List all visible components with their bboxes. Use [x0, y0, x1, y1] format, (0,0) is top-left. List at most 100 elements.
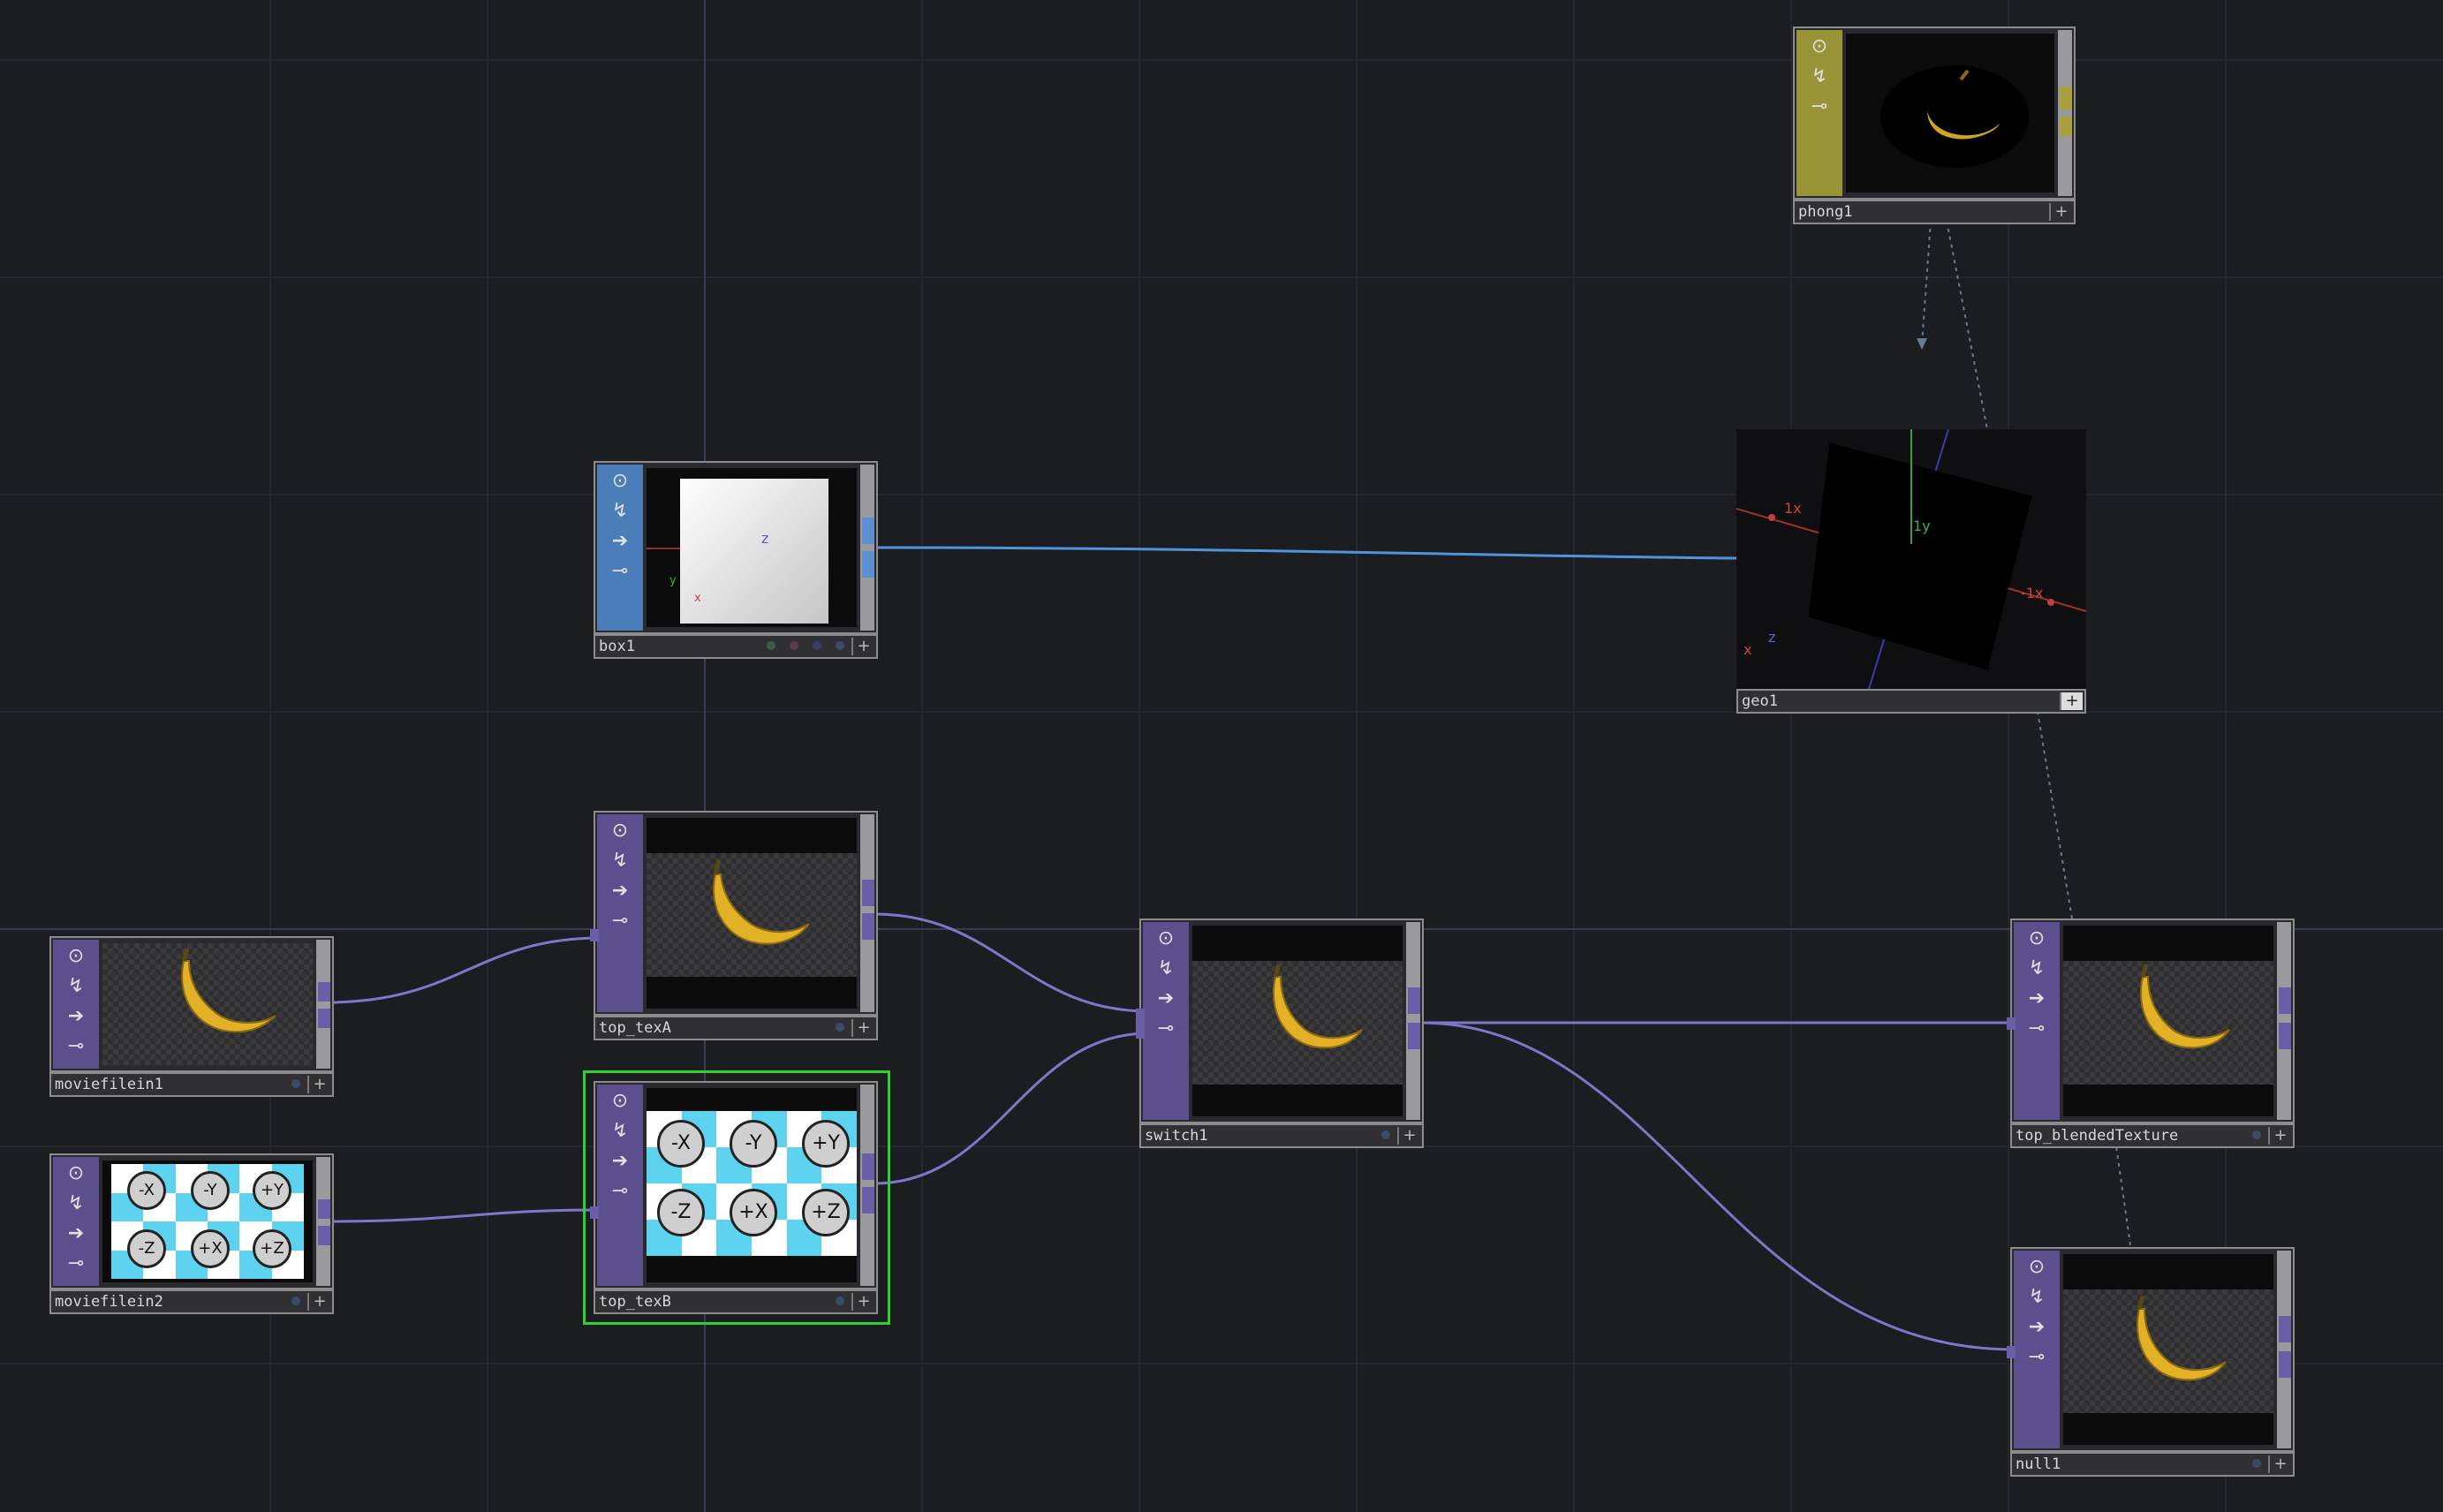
add-icon[interactable]: +: [1397, 1127, 1420, 1145]
output-connector[interactable]: [2279, 1316, 2291, 1342]
add-icon[interactable]: +: [851, 1019, 874, 1037]
node-phong1[interactable]: ⊙ ↯ ⊸ phong1 +: [1793, 26, 2076, 224]
output-connector[interactable]: [862, 913, 874, 940]
output-connector[interactable]: [862, 880, 874, 906]
node-viewer[interactable]: [1192, 926, 1403, 1116]
bypass-flag-icon[interactable]: ↯: [604, 848, 636, 874]
node-viewer[interactable]: -X -Y +Y -Z +X +Z: [102, 1160, 313, 1282]
viewer-flag-icon[interactable]: ⊙: [1804, 34, 1835, 60]
node-top_blendedTexture[interactable]: ⊙ ↯ ➔ ⊸ top_blendedTexture +: [2007, 919, 2295, 1148]
node-name[interactable]: top_blendedTexture: [2016, 1126, 2178, 1145]
add-icon[interactable]: +: [851, 638, 874, 655]
cook-flag-icon[interactable]: ➔: [2021, 1314, 2053, 1341]
input-connector[interactable]: [590, 929, 599, 941]
node-name[interactable]: null1: [2016, 1455, 2061, 1474]
output-connector[interactable]: [318, 982, 330, 1002]
output-connector[interactable]: [2279, 1351, 2291, 1378]
node-viewer[interactable]: [102, 943, 313, 1065]
lock-flag-icon[interactable]: ⊸: [60, 1251, 92, 1277]
add-icon[interactable]: +: [307, 1293, 330, 1311]
viewer-flag-icon[interactable]: ⊙: [604, 468, 636, 495]
viewer-flag-icon[interactable]: ⊙: [2021, 1254, 2053, 1281]
node-viewer[interactable]: 1x 1y -1x z x: [1736, 429, 2086, 689]
node-name[interactable]: moviefilein2: [55, 1292, 163, 1312]
cook-flag-icon[interactable]: ➔: [604, 528, 636, 555]
output-connector[interactable]: [318, 1009, 330, 1028]
output-connector[interactable]: [862, 1153, 874, 1180]
output-connector[interactable]: [318, 1199, 330, 1219]
input-connector[interactable]: [1136, 1009, 1145, 1039]
node-name[interactable]: moviefilein1: [55, 1075, 163, 1094]
lock-flag-icon[interactable]: ⊸: [604, 1178, 636, 1205]
bypass-flag-icon[interactable]: ↯: [2021, 1284, 2053, 1311]
output-connector[interactable]: [862, 1187, 874, 1213]
cook-flag-icon[interactable]: ➔: [60, 1003, 92, 1030]
bypass-flag-icon[interactable]: ↯: [604, 498, 636, 525]
node-viewer[interactable]: [2063, 1254, 2273, 1445]
bypass-flag-icon[interactable]: ↯: [60, 1191, 92, 1217]
input-connector[interactable]: [2007, 1017, 2016, 1030]
cook-flag-icon[interactable]: ➔: [2021, 986, 2053, 1012]
output-connector[interactable]: [2060, 117, 2072, 136]
node-moviefilein2[interactable]: ⊙ ↯ ➔ ⊸ -X -Y +Y -Z +X +Z moviefilein2 +: [49, 1153, 334, 1314]
viewer-flag-icon[interactable]: ⊙: [604, 818, 636, 844]
output-connector[interactable]: [1408, 1023, 1420, 1049]
viewer-flag-icon[interactable]: ⊙: [60, 1160, 92, 1187]
cook-flag-icon[interactable]: ➔: [60, 1221, 92, 1247]
node-top_texA[interactable]: ⊙ ↯ ➔ ⊸ top_texA +: [590, 811, 878, 1040]
node-name[interactable]: top_texA: [599, 1018, 671, 1038]
viewer-flag-icon[interactable]: ⊙: [2021, 926, 2053, 952]
lock-flag-icon[interactable]: ⊸: [2021, 1016, 2053, 1042]
add-icon[interactable]: +: [2060, 692, 2083, 710]
add-icon[interactable]: +: [307, 1076, 330, 1093]
bypass-flag-icon[interactable]: ↯: [604, 1118, 636, 1145]
bypass-flag-icon[interactable]: ↯: [60, 973, 92, 1000]
output-connector[interactable]: [2060, 87, 2072, 110]
input-connector[interactable]: [590, 1206, 599, 1219]
node-viewer[interactable]: [2063, 926, 2273, 1116]
output-connector[interactable]: [1408, 987, 1420, 1014]
node-name[interactable]: geo1: [1742, 692, 1778, 711]
node-top_texB[interactable]: ⊙ ↯ ➔ ⊸ -X -Y +Y -Z +X +Z top_texB +: [590, 1081, 878, 1314]
node-viewer[interactable]: z y x: [647, 468, 857, 627]
lock-flag-icon[interactable]: ⊸: [604, 558, 636, 585]
node-name[interactable]: box1: [599, 637, 635, 656]
output-connector[interactable]: [2279, 987, 2291, 1014]
add-icon[interactable]: +: [2268, 1455, 2291, 1473]
output-connector[interactable]: [318, 1226, 330, 1245]
node-footer: top_blendedTexture +: [2010, 1123, 2295, 1148]
lock-flag-icon[interactable]: ⊸: [604, 908, 636, 934]
node-switch1[interactable]: ⊙ ↯ ➔ ⊸ switch1 +: [1136, 919, 1424, 1148]
output-connector[interactable]: [862, 518, 874, 544]
bypass-flag-icon[interactable]: ↯: [1804, 64, 1835, 90]
cook-flag-icon[interactable]: ➔: [604, 878, 636, 904]
node-name[interactable]: top_texB: [599, 1292, 671, 1312]
node-moviefilein1[interactable]: ⊙ ↯ ➔ ⊸ moviefilein1 +: [49, 936, 334, 1097]
input-connector[interactable]: [2007, 1346, 2016, 1358]
node-viewer[interactable]: [1846, 34, 2054, 193]
cook-flag-icon[interactable]: ➔: [604, 1148, 636, 1175]
node-viewer[interactable]: [647, 818, 857, 1009]
output-connector[interactable]: [2279, 1023, 2291, 1049]
node-box1[interactable]: ⊙ ↯ ➔ ⊸ z y x box1 +: [594, 461, 878, 659]
viewer-flag-icon[interactable]: ⊙: [604, 1088, 636, 1115]
node-geo1[interactable]: 1x 1y -1x z x geo1 +: [1736, 429, 2086, 714]
node-null1[interactable]: ⊙ ↯ ➔ ⊸ null1 +: [2007, 1247, 2295, 1477]
wire-box1-geo1: [874, 546, 1739, 560]
cook-flag-icon[interactable]: ➔: [1150, 986, 1182, 1012]
bypass-flag-icon[interactable]: ↯: [1150, 956, 1182, 982]
viewer-flag-icon[interactable]: ⊙: [60, 943, 92, 970]
node-name[interactable]: phong1: [1798, 202, 1852, 222]
viewer-flag-icon[interactable]: ⊙: [1150, 926, 1182, 952]
lock-flag-icon[interactable]: ⊸: [60, 1033, 92, 1060]
node-viewer[interactable]: -X -Y +Y -Z +X +Z: [647, 1088, 857, 1282]
add-icon[interactable]: +: [2268, 1127, 2291, 1145]
bypass-flag-icon[interactable]: ↯: [2021, 956, 2053, 982]
lock-flag-icon[interactable]: ⊸: [2021, 1344, 2053, 1371]
node-name[interactable]: switch1: [1145, 1126, 1208, 1145]
lock-flag-icon[interactable]: ⊸: [1804, 94, 1835, 120]
add-icon[interactable]: +: [851, 1293, 874, 1311]
output-connector[interactable]: [862, 551, 874, 578]
lock-flag-icon[interactable]: ⊸: [1150, 1016, 1182, 1042]
add-icon[interactable]: +: [2049, 203, 2072, 221]
